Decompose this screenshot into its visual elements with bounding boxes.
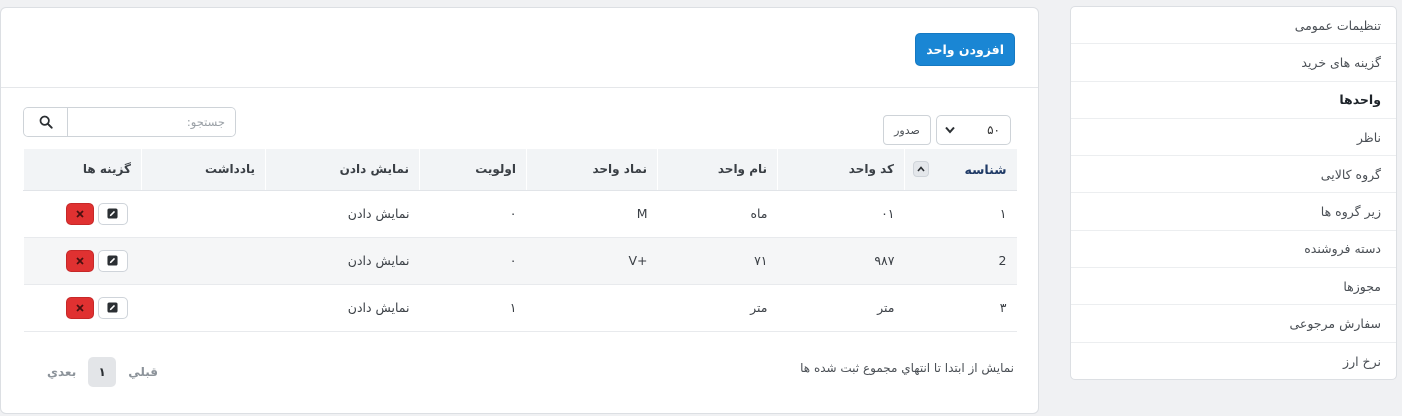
cell-name: متر	[657, 284, 778, 332]
card-header: افزودن واحد	[1, 8, 1038, 88]
settings-menu: تنظیمات عمومی گزینه های خرید واحدها ناظر…	[1070, 6, 1397, 380]
cell-display: نمایش دادن	[265, 284, 420, 332]
cell-id: 2	[904, 237, 1017, 285]
cell-priority: ۰	[419, 190, 527, 238]
sidebar-item-subgroups[interactable]: زیر گروه ها	[1071, 193, 1396, 231]
sidebar-item-supervisor[interactable]: ناظر	[1071, 119, 1396, 157]
cell-name: ۷۱	[657, 237, 778, 285]
column-header-priority[interactable]: اولویت	[419, 149, 527, 191]
cell-priority: ۱	[419, 284, 527, 332]
column-header-code[interactable]: کد واحد	[777, 149, 905, 191]
table-info-text: نمایش از ابتدا تا انتهاي مجموع ثبت شده ه…	[800, 361, 1014, 375]
cell-note	[141, 237, 266, 285]
chevron-up-icon	[917, 166, 925, 172]
sidebar-item-return-order[interactable]: سفارش مرجوعی	[1071, 305, 1396, 343]
sidebar-item-vendor-category[interactable]: دسته فروشنده	[1071, 231, 1396, 269]
column-header-id[interactable]: شناسه	[904, 149, 1017, 191]
cell-options	[23, 190, 142, 238]
pencil-icon	[107, 208, 118, 219]
edit-button[interactable]	[97, 296, 128, 319]
cell-note	[141, 190, 266, 238]
table-row: 2 ۹۸۷ ۷۱ +V ۰ نمایش دادن	[23, 237, 1017, 285]
cell-options	[23, 237, 142, 285]
pencil-icon	[107, 255, 118, 266]
cell-display: نمایش دادن	[265, 190, 420, 238]
cell-priority: ۰	[419, 237, 527, 285]
add-unit-button[interactable]: افزودن واحد	[915, 33, 1015, 66]
cell-code: ۹۸۷	[777, 237, 905, 285]
column-header-id-label: شناسه	[964, 161, 1007, 177]
column-header-options: گزینه ها	[23, 149, 142, 191]
pagination-prev[interactable]: قبلي	[128, 365, 158, 379]
units-table: شناسه کد واحد نام واحد نماد واحد اولویت …	[23, 149, 1017, 332]
cell-symbol: +V	[526, 237, 658, 285]
edit-button[interactable]	[97, 249, 128, 272]
delete-button[interactable]	[65, 249, 94, 272]
pagination-next[interactable]: بعدي	[47, 365, 76, 379]
pencil-icon	[107, 302, 118, 313]
sidebar-item-permissions[interactable]: مجوزها	[1071, 268, 1396, 306]
delete-button[interactable]	[65, 296, 94, 319]
rows-per-page-value: ۵۰	[987, 123, 1000, 137]
cell-options	[23, 284, 142, 332]
rows-per-page-select[interactable]: ۵۰	[936, 115, 1011, 145]
cell-code: ۰۱	[777, 190, 905, 238]
close-icon	[75, 303, 84, 312]
cell-code: متر	[777, 284, 905, 332]
search-icon	[39, 115, 53, 129]
search-group	[23, 107, 236, 137]
sidebar-item-purchase-options[interactable]: گزینه های خرید	[1071, 44, 1396, 82]
table-row: ۳ متر متر ۱ نمایش دادن	[23, 284, 1017, 332]
sidebar-item-product-group[interactable]: گروه کالایی	[1071, 156, 1396, 194]
rows-label: صدور	[883, 115, 931, 145]
sidebar-item-general-settings[interactable]: تنظیمات عمومی	[1071, 7, 1396, 45]
search-input[interactable]	[68, 108, 235, 136]
pagination: بعدي ۱ قبلي	[47, 357, 158, 387]
close-icon	[75, 256, 84, 265]
units-card: افزودن واحد صدور ۵۰	[0, 7, 1039, 414]
column-header-symbol[interactable]: نماد واحد	[526, 149, 658, 191]
close-icon	[75, 209, 84, 218]
cell-symbol	[526, 284, 658, 332]
cell-note	[141, 284, 266, 332]
pagination-current-page[interactable]: ۱	[88, 357, 117, 387]
edit-button[interactable]	[97, 202, 128, 225]
table-row: ۱ ۰۱ ماه M ۰ نمایش دادن	[23, 190, 1017, 238]
cell-id: ۱	[904, 190, 1017, 238]
sort-icon[interactable]	[913, 161, 929, 178]
cell-name: ماه	[657, 190, 778, 238]
delete-button[interactable]	[65, 202, 94, 225]
sidebar-item-exchange-rate[interactable]: نرخ ارز	[1071, 343, 1396, 379]
column-header-name[interactable]: نام واحد	[657, 149, 778, 191]
cell-display: نمایش دادن	[265, 237, 420, 285]
search-button[interactable]	[24, 108, 68, 136]
sidebar-item-units[interactable]: واحدها	[1071, 82, 1396, 119]
cell-symbol: M	[526, 190, 658, 238]
column-header-display[interactable]: نمایش دادن	[265, 149, 420, 191]
cell-id: ۳	[904, 284, 1017, 332]
chevron-down-icon	[945, 126, 955, 134]
column-header-note[interactable]: یادداشت	[141, 149, 266, 191]
